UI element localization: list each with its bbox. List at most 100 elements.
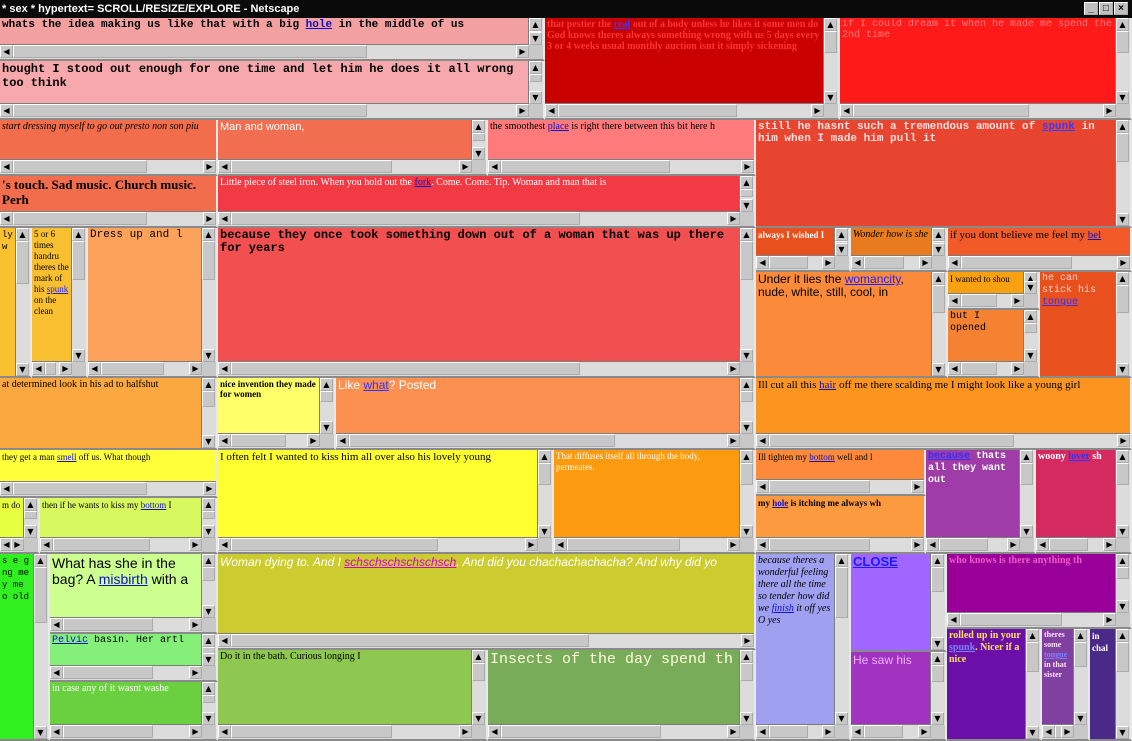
hyperlink[interactable]: bottom [141,500,167,510]
scroll-left-arrow-icon[interactable]: ◀ [0,45,13,58]
scroll-left-arrow-icon[interactable]: ◀ [0,482,13,495]
minimize-button[interactable]: _ [1084,2,1098,15]
scroll-thumb[interactable] [835,567,848,618]
scroll-left-arrow-icon[interactable]: ◀ [218,212,231,225]
scroll-thumb[interactable] [349,434,615,447]
scroll-up-arrow-icon[interactable]: ▲ [202,228,215,241]
scroll-right-arrow-icon[interactable]: ▶ [919,256,932,269]
scroll-right-arrow-icon[interactable]: ▶ [1061,725,1074,738]
scroll-up-arrow-icon[interactable]: ▲ [740,176,753,189]
hyperlink[interactable]: what [363,379,388,392]
scroll-thumb[interactable] [202,695,215,703]
resize-corner[interactable] [1020,538,1034,552]
scroll-down-arrow-icon[interactable]: ▼ [1074,712,1087,725]
frame-f41[interactable]: Pelvic basin. Her artl ▲ ▼ ◀ ▶ [50,634,218,682]
resize-corner[interactable] [740,212,754,226]
scroll-left-arrow-icon[interactable]: ◀ [50,618,63,631]
scroll-thumb[interactable] [824,31,837,53]
scroll-thumb[interactable] [740,463,753,485]
horizontal-scrollbar[interactable]: ◀ ▶ [0,537,24,552]
resize-corner[interactable] [740,434,754,448]
horizontal-scrollbar[interactable]: ◀ ▶ [554,537,740,552]
resize-corner[interactable] [931,725,945,739]
scroll-up-arrow-icon[interactable]: ▲ [538,450,551,463]
scroll-right-arrow-icon[interactable]: ▶ [459,725,472,738]
scroll-thumb[interactable] [538,463,551,485]
scroll-thumb[interactable] [1116,463,1129,485]
scroll-thumb[interactable] [13,45,367,58]
hyperlink[interactable]: schschschschschsch [344,555,456,569]
scroll-up-arrow-icon[interactable]: ▲ [529,18,542,31]
scroll-up-arrow-icon[interactable]: ▲ [34,554,47,567]
scroll-left-arrow-icon[interactable]: ◀ [756,538,769,551]
scroll-left-arrow-icon[interactable]: ◀ [32,362,45,375]
resize-corner[interactable] [538,538,552,552]
scroll-left-arrow-icon[interactable]: ◀ [488,725,501,738]
scroll-left-arrow-icon[interactable]: ◀ [336,434,349,447]
scroll-right-arrow-icon[interactable]: ▶ [189,666,202,679]
resize-corner[interactable] [932,256,946,270]
resize-corner[interactable] [72,362,86,376]
scroll-up-arrow-icon[interactable]: ▲ [931,652,944,665]
scroll-left-arrow-icon[interactable]: ◀ [218,634,231,647]
scroll-thumb[interactable] [740,391,753,402]
horizontal-scrollbar[interactable]: ◀ ▶ [0,44,529,59]
frame-f26[interactable]: they get a man smell off us. What though… [0,450,218,498]
scroll-thumb[interactable] [961,294,997,307]
frame-f20[interactable]: but I opened ▲ ▼ ◀ ▶ [948,310,1040,378]
vertical-scrollbar[interactable]: ▲ ▼ [739,450,754,538]
scroll-thumb[interactable] [231,362,580,375]
frame-f3[interactable]: that pestier the real out of a body unle… [545,18,840,120]
scroll-left-arrow-icon[interactable]: ◀ [488,160,501,173]
resize-corner[interactable] [24,538,38,552]
vertical-scrollbar[interactable]: ▲ ▼ [71,228,86,362]
frame-f38[interactable]: because theres a wonderful feeling there… [756,554,851,741]
hyperlink[interactable]: bel [1088,229,1101,241]
scroll-left-arrow-icon[interactable]: ◀ [218,434,231,447]
frame-f39[interactable]: CLOSE ▲ ▼ [851,554,947,652]
horizontal-scrollbar[interactable]: ◀ ▶ [50,724,202,739]
horizontal-scrollbar[interactable]: ◀ ▶ [218,724,472,739]
scroll-right-arrow-icon[interactable]: ▶ [727,362,740,375]
scroll-up-arrow-icon[interactable]: ▲ [1074,629,1087,642]
scroll-left-arrow-icon[interactable]: ◀ [1036,538,1049,551]
scroll-right-arrow-icon[interactable]: ▶ [911,538,924,551]
frame-f9[interactable]: 's touch. Sad music. Church music. Perh ◀… [0,176,218,228]
scroll-thumb[interactable] [1116,567,1129,579]
frame-f12[interactable]: 5 or 6 times handru theres the mark of h… [32,228,88,378]
scroll-right-arrow-icon[interactable]: ▶ [189,725,202,738]
vertical-scrollbar[interactable]: ▲ ▼ [931,272,946,376]
scroll-right-arrow-icon[interactable]: ▶ [727,538,740,551]
scroll-up-arrow-icon[interactable]: ▲ [824,18,837,31]
horizontal-scrollbar[interactable]: ◀ ▶ [545,103,824,118]
scroll-down-arrow-icon[interactable]: ▼ [202,349,215,362]
scroll-thumb[interactable] [320,391,333,402]
frame-f19[interactable]: I wanted to shou ▲ ▼ ◀ ▶ [948,272,1040,310]
scroll-right-arrow-icon[interactable]: ▶ [1103,613,1116,626]
horizontal-scrollbar[interactable]: ◀ ▶ [756,255,835,270]
scroll-down-arrow-icon[interactable]: ▼ [931,712,944,725]
scroll-right-arrow-icon[interactable]: ▶ [1117,434,1130,447]
frame-f48[interactable]: in chal ▲ ▼ [1090,629,1132,741]
scroll-right-arrow-icon[interactable]: ▶ [459,160,472,173]
horizontal-scrollbar[interactable]: ◀ ▶ [756,433,1130,448]
resize-corner[interactable] [202,618,216,632]
scroll-up-arrow-icon[interactable]: ▲ [932,272,945,285]
frame-f37[interactable]: Woman dying to. And I schschschschschsch… [218,554,756,650]
scroll-left-arrow-icon[interactable]: ◀ [756,256,769,269]
horizontal-scrollbar[interactable]: ◀ ▶ [218,433,320,448]
hyperlink[interactable]: hole [772,498,788,508]
frame-f10[interactable]: Little piece of steel iron. When you hol… [218,176,756,228]
vertical-scrollbar[interactable]: ▲ ▼ [1115,450,1130,538]
vertical-scrollbar[interactable]: ▲ ▼ [1115,272,1130,376]
scroll-thumb[interactable] [558,104,737,117]
scroll-left-arrow-icon[interactable]: ◀ [840,104,853,117]
resize-corner[interactable] [740,362,754,376]
horizontal-scrollbar[interactable]: ◀ ▶ [88,361,202,376]
scroll-right-arrow-icon[interactable]: ▶ [727,725,740,738]
vertical-scrollbar[interactable]: ▲ ▼ [739,378,754,434]
scroll-down-arrow-icon[interactable]: ▼ [740,349,753,362]
scroll-down-arrow-icon[interactable]: ▼ [740,199,753,212]
scroll-right-arrow-icon[interactable]: ▶ [741,634,754,647]
frame-f36[interactable]: What has she in the bag? A misbirth with… [50,554,218,634]
